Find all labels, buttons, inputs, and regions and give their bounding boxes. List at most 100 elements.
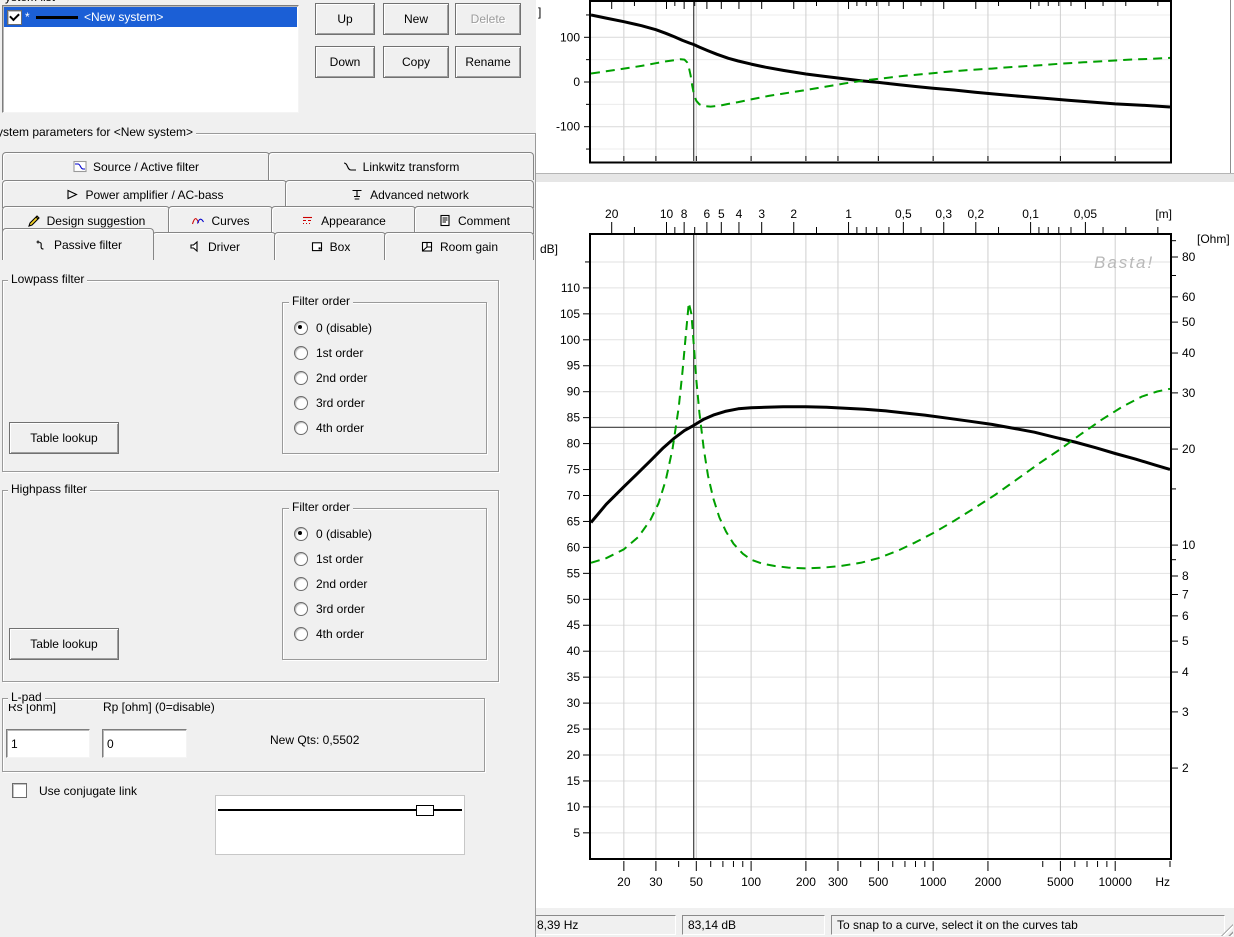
tab-label: Room gain (440, 240, 498, 254)
tab-label: Linkwitz transform (363, 160, 460, 174)
modified-marker: * (25, 10, 34, 24)
status-hint-panel: To snap to a curve, select it on the cur… (831, 915, 1225, 935)
system-list-group-label: ystem list (2, 0, 58, 4)
use-conjugate-link-checkbox[interactable] (12, 783, 27, 798)
copy-button[interactable]: Copy (383, 46, 449, 78)
tab-label: Driver (208, 240, 240, 254)
box-icon (310, 240, 324, 253)
filter-order-option-3[interactable]: 3rd order (294, 395, 365, 411)
linkwitz-transform-icon (343, 160, 357, 173)
radio-label: 0 (disable) (316, 321, 372, 335)
new-button[interactable]: New (383, 3, 449, 35)
rs-input[interactable] (6, 729, 90, 758)
basta-window: { "colors":{"selection":"#1b5fd6","spl_c… (0, 0, 1234, 937)
system-listbox[interactable]: * <New system> (2, 5, 299, 113)
passive-filter-icon (34, 238, 48, 251)
tab-appearance[interactable]: Appearance (271, 206, 416, 234)
radio-label: 1st order (316, 552, 363, 566)
phase-chart-panel[interactable] (536, 0, 1234, 173)
rp-label: Rp [ohm] (0=disable) (103, 700, 215, 714)
driver-icon (188, 240, 202, 253)
rename-button[interactable]: Rename (455, 46, 521, 78)
filter-order-option-2[interactable]: 2nd order (294, 370, 367, 386)
tab-source-active-filter[interactable]: Source / Active filter (2, 152, 270, 180)
radio-icon (294, 396, 308, 410)
window-edge-line (1230, 0, 1231, 173)
filter-order-option-1[interactable]: 1st order (294, 551, 363, 567)
spl-impedance-chart-panel[interactable] (536, 183, 1234, 908)
delete-button: Delete (455, 3, 521, 35)
tab-comment[interactable]: Comment (414, 206, 534, 234)
radio-label: 4th order (316, 421, 364, 435)
down-button[interactable]: Down (315, 46, 375, 78)
filter-order-option-0[interactable]: 0 (disable) (294, 526, 372, 542)
status-level: 83,14 dB (688, 918, 736, 932)
radio-icon (294, 421, 308, 435)
appearance-icon (301, 214, 315, 227)
status-hint: To snap to a curve, select it on the cur… (837, 918, 1078, 932)
tab-box[interactable]: Box (274, 232, 386, 260)
tab-passive-filter[interactable]: Passive filter (2, 228, 154, 260)
radio-icon (294, 321, 308, 335)
tab-label: Appearance (321, 214, 386, 228)
highpass-table-lookup-button[interactable]: Table lookup (9, 628, 119, 660)
network-schematic (215, 795, 465, 855)
lpad-group-label: L-pad (8, 691, 45, 704)
advanced-network-icon (350, 188, 364, 201)
tab-room-gain[interactable]: Room gain (384, 232, 534, 260)
tab-linkwitz-transform[interactable]: Linkwitz transform (268, 152, 534, 180)
radio-label: 1st order (316, 346, 363, 360)
status-level-panel: 83,14 dB (682, 915, 825, 935)
highpass-filter-order-options: 0 (disable) 1st order 2nd order 3rd order 4t… (282, 508, 485, 658)
lowpass-table-lookup-button[interactable]: Table lookup (9, 422, 119, 454)
radio-label: 2nd order (316, 371, 367, 385)
radio-icon (294, 346, 308, 360)
system-parameters-group-label: ystem parameters for <New system> (0, 126, 196, 139)
rp-input[interactable] (102, 729, 187, 758)
radio-icon (294, 577, 308, 591)
new-qts-value: New Qts: 0,5502 (270, 733, 359, 747)
radio-icon (294, 552, 308, 566)
filter-order-option-0[interactable]: 0 (disable) (294, 320, 372, 336)
tab-power-amplifier-ac-bass[interactable]: Power amplifier / AC-bass (2, 180, 287, 208)
filter-order-option-4[interactable]: 4th order (294, 626, 364, 642)
status-bar: 8,39 Hz 83,14 dB To snap to a curve, sel… (536, 908, 1234, 937)
filter-order-option-3[interactable]: 3rd order (294, 601, 365, 617)
filter-order-option-4[interactable]: 4th order (294, 420, 364, 436)
design-suggestion-icon (27, 214, 41, 227)
tab-label: Passive filter (54, 238, 122, 252)
system-enabled-checkbox[interactable] (7, 10, 22, 25)
radio-icon (294, 371, 308, 385)
status-frequency: 8,39 Hz (537, 918, 578, 932)
up-button[interactable]: Up (315, 3, 375, 35)
tab-label: Advanced network (370, 188, 469, 202)
schematic-resistor (416, 805, 434, 816)
radio-label: 2nd order (316, 577, 367, 591)
tab-curves[interactable]: Curves (168, 206, 273, 234)
source-active-filter-icon (73, 160, 87, 173)
tab-label: Design suggestion (47, 214, 146, 228)
comment-icon (438, 214, 452, 227)
tab-label: Box (330, 240, 351, 254)
tab-label: Comment (458, 214, 510, 228)
status-frequency-panel: 8,39 Hz (531, 915, 676, 935)
use-conjugate-link-label: Use conjugate link (39, 784, 137, 798)
radio-icon (294, 602, 308, 616)
radio-label: 3rd order (316, 396, 365, 410)
tab-driver[interactable]: Driver (152, 232, 276, 260)
radio-label: 0 (disable) (316, 527, 372, 541)
highpass-group-label: Highpass filter (8, 483, 90, 496)
tab-advanced-network[interactable]: Advanced network (285, 180, 534, 208)
radio-label: 4th order (316, 627, 364, 641)
filter-order-option-2[interactable]: 2nd order (294, 576, 367, 592)
room-gain-icon (420, 240, 434, 253)
radio-icon (294, 527, 308, 541)
filter-order-option-1[interactable]: 1st order (294, 345, 363, 361)
system-list-item[interactable]: * <New system> (4, 7, 297, 27)
left-panel: ystem list * <New system> UpNewDelete Dow… (0, 0, 536, 937)
lowpass-filter-order-options: 0 (disable) 1st order 2nd order 3rd order 4t… (282, 302, 485, 452)
tab-label: Curves (211, 214, 249, 228)
highpass-filter-order-label: Filter order (289, 501, 353, 514)
chart-separator (536, 173, 1234, 183)
curves-icon (191, 214, 205, 227)
